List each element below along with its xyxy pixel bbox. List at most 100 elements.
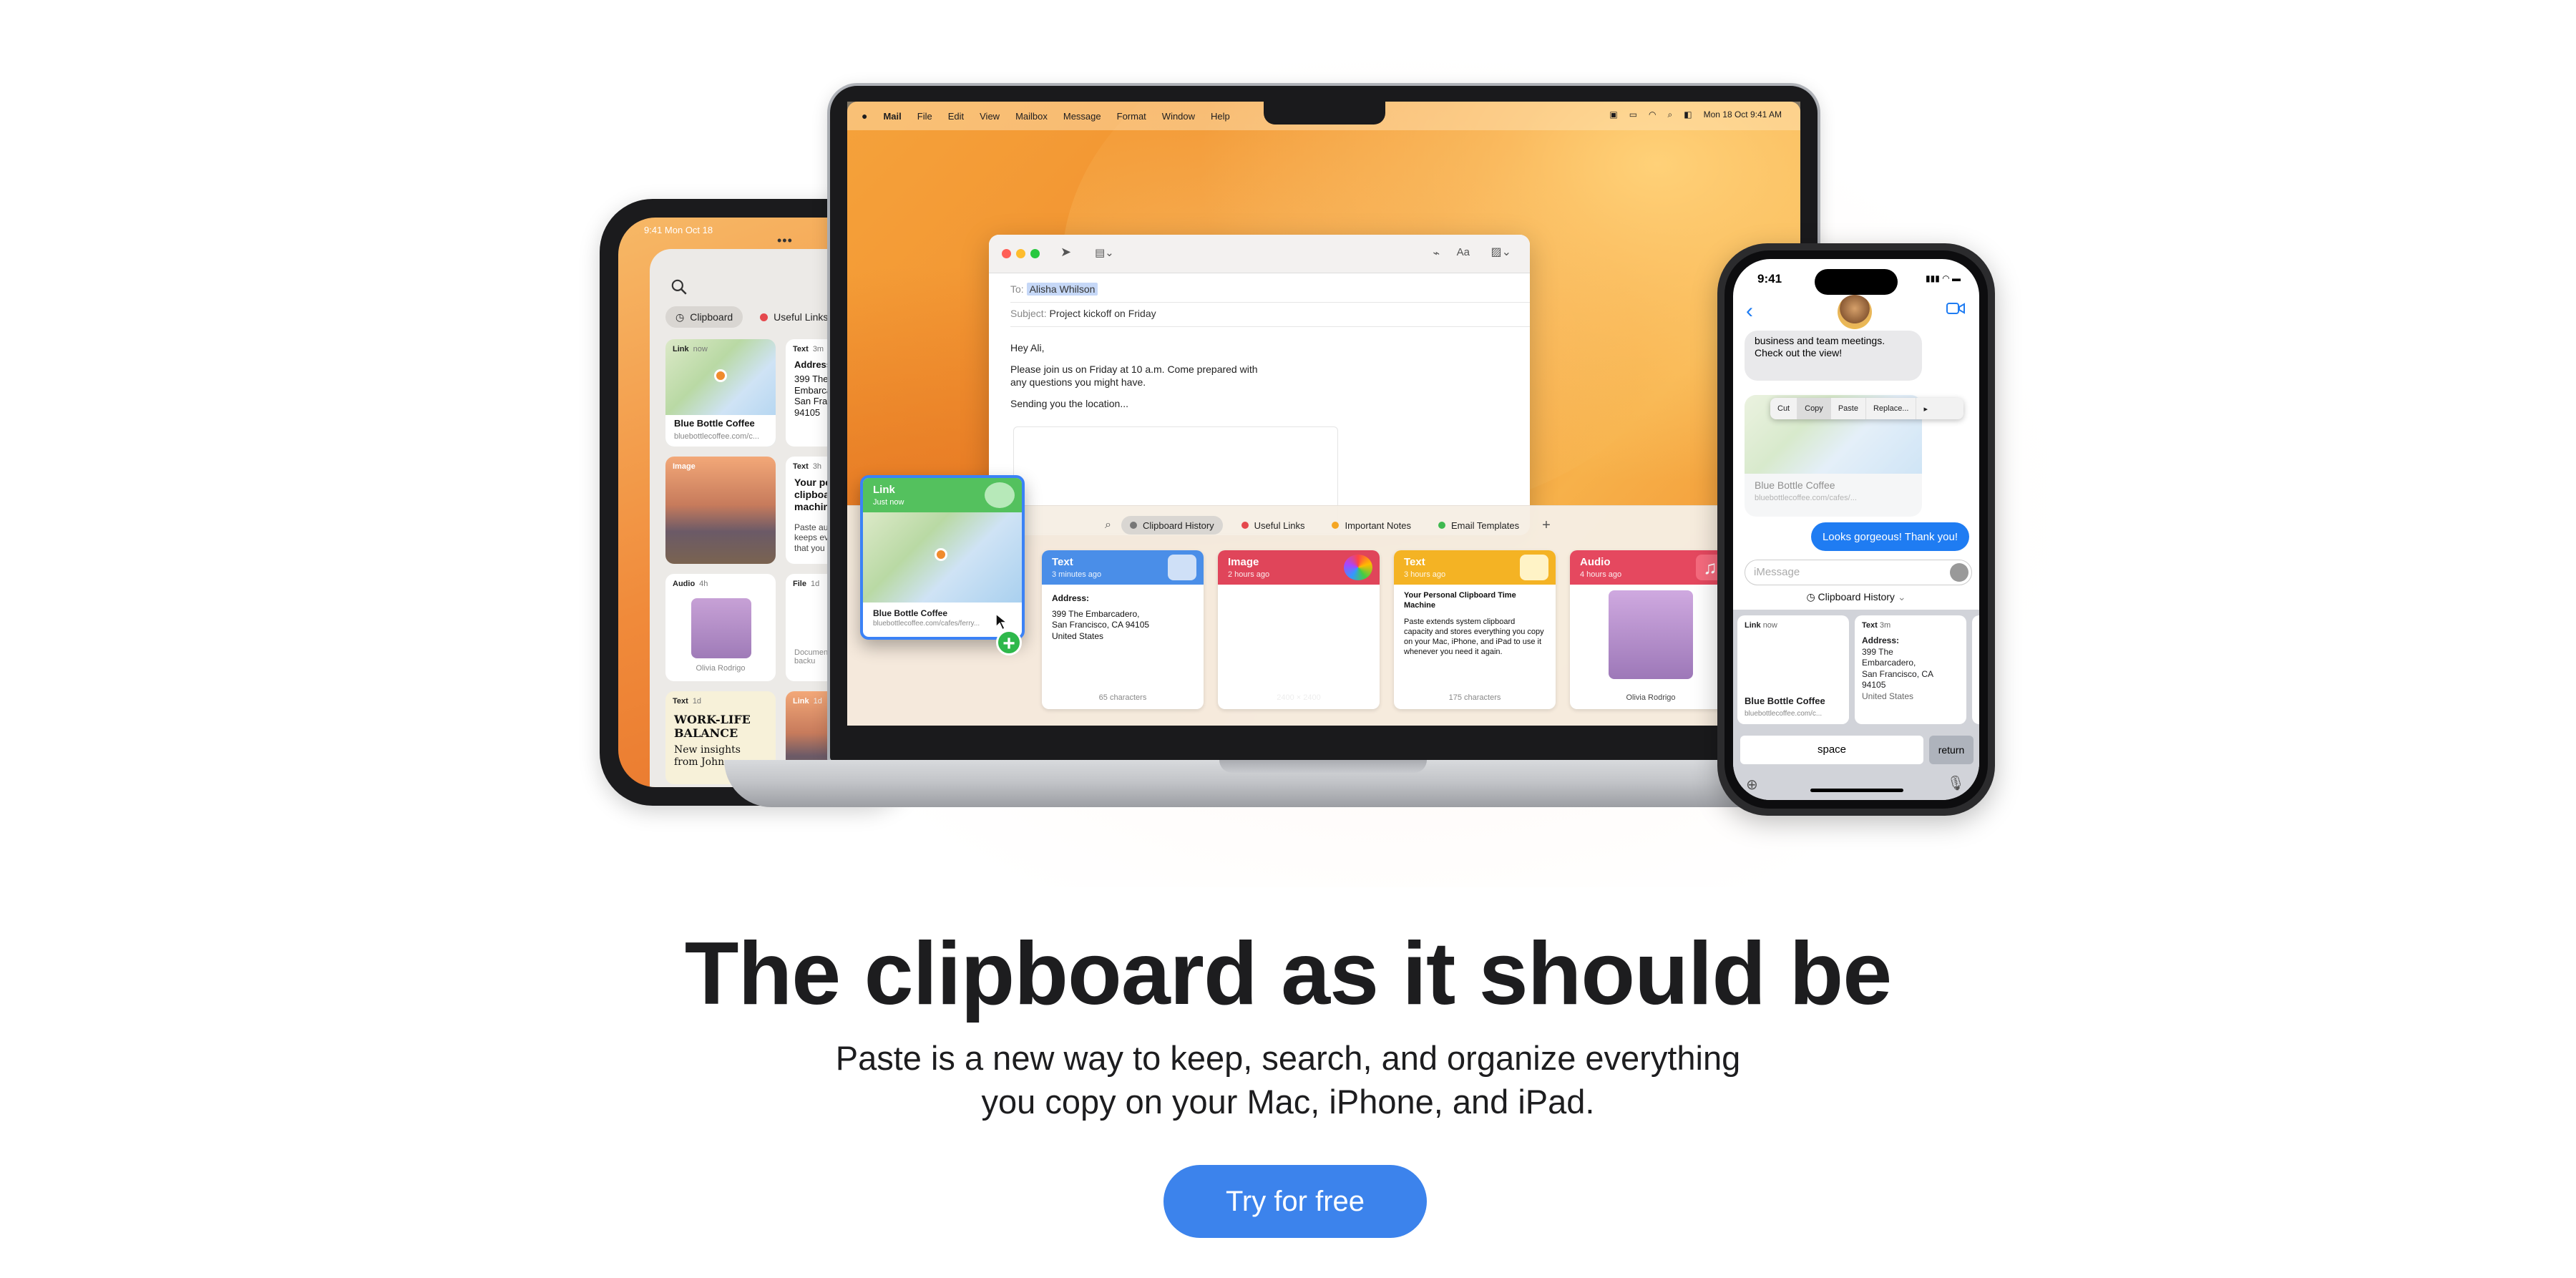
back-chevron-icon[interactable]: ‹: [1746, 299, 1753, 323]
menu-window[interactable]: Window: [1162, 111, 1195, 122]
video-call-icon[interactable]: [1946, 302, 1965, 315]
tab-clipboard-history[interactable]: Clipboard History: [1121, 516, 1223, 535]
mail-app-icon: [1168, 555, 1196, 580]
messages-app-icon: [985, 482, 1015, 508]
menu-copy[interactable]: Copy: [1797, 398, 1831, 419]
menu-file[interactable]: File: [917, 111, 932, 122]
mail-greeting: Hey Ali,: [1010, 342, 1045, 353]
minimize-button[interactable]: [1016, 249, 1025, 258]
apple-icon[interactable]: ●: [862, 110, 867, 122]
keyboard-card-text[interactable]: Text 3m Address: 399 The Embarcadero, Sa…: [1855, 615, 1966, 724]
red-dot-icon: [760, 313, 769, 321]
tab-important-notes[interactable]: Important Notes: [1323, 516, 1420, 535]
iphone-status-icons: ▮▮▮ ◠ ▬: [1926, 273, 1961, 283]
menu-message[interactable]: Message: [1063, 111, 1101, 122]
ipad-status-time: 9:41 Mon Oct 18: [644, 225, 713, 235]
shelf-pinboard-tabs: ⌕ Clipboard History Useful Links Importa…: [1105, 516, 1551, 535]
clipboard-history-header[interactable]: ◷ Clipboard History ⌄: [1733, 591, 1979, 603]
photos-app-icon: [1344, 555, 1372, 580]
mail-body-line-2: any questions you might have.: [1010, 376, 1146, 388]
audio-message-icon[interactable]: [1950, 563, 1968, 582]
clock-icon: ◷: [675, 311, 685, 323]
menu-help[interactable]: Help: [1211, 111, 1230, 122]
header-fields-icon[interactable]: ▤⌄: [1095, 246, 1114, 259]
search-icon[interactable]: ⌕: [1668, 109, 1673, 120]
subject-value: Project kickoff on Friday: [1049, 308, 1156, 319]
edit-context-menu: Cut Copy Paste Replace... ▸: [1770, 398, 1963, 419]
clock-icon: ◷: [1806, 591, 1815, 603]
clip-card-text-address[interactable]: Text 3 minutes ago Address: 399 The Emba…: [1042, 550, 1204, 709]
add-pinboard-button[interactable]: +: [1542, 517, 1551, 534]
mail-toolbar: ➤ ▤⌄ ⌁ Aa ▨⌄: [989, 235, 1530, 273]
menu-more-arrow-icon[interactable]: ▸: [1916, 398, 1935, 419]
mail-subject-row[interactable]: Subject: Project kickoff on Friday: [1010, 308, 1156, 319]
tab-useful-links[interactable]: Useful Links: [1233, 516, 1314, 535]
paste-keyboard: Link now Blue Bottle Coffee bluebottleco…: [1733, 610, 1979, 800]
macbook-thumb-notch: [1219, 760, 1427, 773]
battery-icon[interactable]: ▭: [1629, 109, 1637, 120]
try-for-free-button[interactable]: Try for free: [1163, 1165, 1427, 1238]
received-message-bubble[interactable]: business and team meetings. Check out th…: [1745, 331, 1922, 381]
map-preview: [863, 512, 1022, 603]
hero-title: The clipboard as it should be: [684, 925, 1893, 1023]
menubar-status-area: ▣ ▭ ◠ ⌕ ◧ Mon 18 Oct 9:41 AM: [1609, 109, 1782, 120]
space-key[interactable]: space: [1740, 736, 1923, 764]
menu-edit[interactable]: Edit: [948, 111, 964, 122]
return-key[interactable]: return: [1929, 736, 1974, 764]
photo-browser-icon[interactable]: ▨⌄: [1491, 245, 1511, 259]
menu-view[interactable]: View: [980, 111, 1000, 122]
tab-email-templates[interactable]: Email Templates: [1430, 516, 1528, 535]
menu-mailbox[interactable]: Mailbox: [1015, 111, 1048, 122]
mail-compose-window: ➤ ▤⌄ ⌁ Aa ▨⌄ To: Alisha Whilson Subject:…: [989, 235, 1530, 535]
clip-card-text-machine[interactable]: Text 3 hours ago Your Personal Clipboard…: [1394, 550, 1556, 709]
notes-app-icon: [1520, 555, 1548, 580]
green-dot-icon: [1438, 522, 1445, 529]
control-center-icon[interactable]: ◧: [1684, 109, 1692, 120]
menu-paste[interactable]: Paste: [1831, 398, 1866, 419]
font-button[interactable]: Aa: [1457, 246, 1470, 258]
menu-format[interactable]: Format: [1117, 111, 1146, 122]
ipad-card-link[interactable]: Link now Blue Bottle Coffee bluebottlecof…: [665, 339, 776, 447]
ipad-card-audio[interactable]: Audio 4h Olivia Rodrigo: [665, 574, 776, 681]
close-button[interactable]: [1002, 249, 1011, 258]
imessage-input[interactable]: iMessage: [1745, 560, 1972, 585]
macbook-notch: [1264, 102, 1385, 125]
copy-plus-badge-icon: +: [996, 630, 1022, 655]
menu-app-name[interactable]: Mail: [883, 111, 901, 122]
orange-dot-icon: [1332, 522, 1340, 529]
paste-menubar-icon[interactable]: ▣: [1609, 109, 1617, 120]
mail-to-row[interactable]: To: Alisha Whilson: [1010, 283, 1098, 296]
recipient-token[interactable]: Alisha Whilson: [1026, 283, 1098, 296]
search-icon[interactable]: ⌕: [1105, 519, 1111, 532]
menu-cut[interactable]: Cut: [1770, 398, 1798, 419]
sent-message-bubble[interactable]: Looks gorgeous! Thank you!: [1810, 522, 1969, 551]
contact-avatar[interactable]: [1838, 295, 1872, 329]
iphone-time: 9:41: [1757, 272, 1782, 286]
zoom-button[interactable]: [1030, 249, 1040, 258]
wifi-icon[interactable]: ◠: [1649, 109, 1656, 120]
hero-subtitle: Paste is a new way to keep, search, and …: [835, 1039, 1741, 1121]
menubar-clock[interactable]: Mon 18 Oct 9:41 AM: [1704, 109, 1782, 120]
red-dot-icon: [1241, 522, 1249, 529]
keyboard-card-image[interactable]: [1972, 615, 1979, 724]
send-icon[interactable]: ➤: [1060, 245, 1071, 260]
tab-useful-links[interactable]: Useful Links: [750, 306, 838, 328]
clip-card-audio[interactable]: Audio 4 hours ago ♫ Olivia Rodrigo: [1570, 550, 1732, 709]
mail-body-line-3: Sending you the location...: [1010, 398, 1129, 409]
microphone-icon[interactable]: 🎙: [1947, 774, 1965, 792]
search-icon[interactable]: [670, 278, 688, 296]
tab-clipboard[interactable]: ◷ Clipboard: [665, 306, 743, 328]
home-indicator: [1810, 789, 1903, 792]
ipad-card-image[interactable]: Image: [665, 457, 776, 564]
dynamic-island: [1815, 269, 1898, 295]
grey-dot-icon: [1129, 522, 1137, 529]
keyboard-card-link[interactable]: Link now Blue Bottle Coffee bluebottleco…: [1737, 615, 1849, 724]
globe-icon[interactable]: ⊕: [1746, 776, 1758, 794]
album-art: [1609, 590, 1693, 679]
attachment-icon[interactable]: ⌁: [1433, 246, 1440, 260]
album-art: [691, 598, 751, 658]
menu-replace[interactable]: Replace...: [1866, 398, 1917, 419]
ipad-multitask-dots[interactable]: •••: [777, 233, 793, 248]
clip-card-image[interactable]: Image 2 hours ago 2400 × 2400: [1218, 550, 1380, 709]
card-url: bluebottlecoffee.com/c...: [674, 432, 760, 441]
